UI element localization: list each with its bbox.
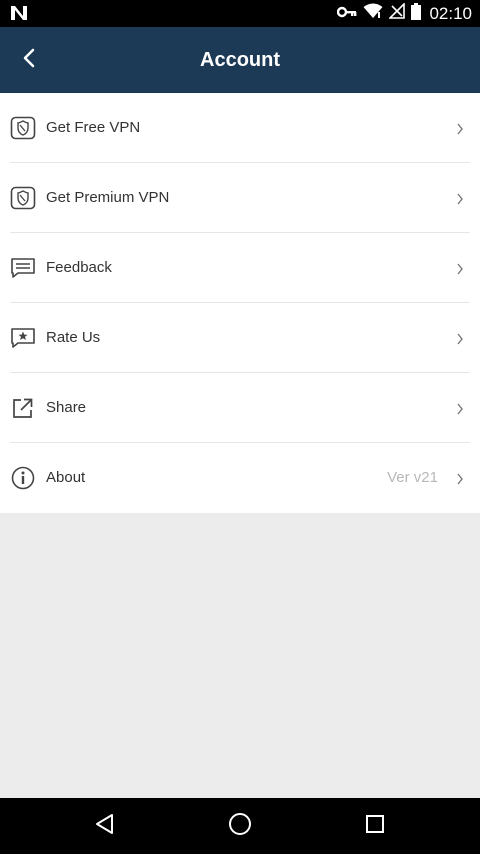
chevron-right-icon <box>456 472 464 485</box>
menu-item-label: Feedback <box>46 259 112 276</box>
app-bar: Account <box>0 27 480 93</box>
vpn-shield-icon <box>10 116 36 140</box>
back-triangle-icon <box>94 813 116 840</box>
wifi-icon <box>363 3 383 24</box>
recents-square-icon <box>365 814 385 839</box>
chevron-right-icon <box>456 402 464 415</box>
menu-item-feedback[interactable]: Feedback <box>0 233 480 303</box>
menu-item-label: Get Premium VPN <box>46 189 170 206</box>
menu-item-label: About <box>46 469 86 486</box>
status-time: 02:10 <box>429 3 472 23</box>
feedback-icon <box>10 256 36 280</box>
menu-item-label: Rate Us <box>46 329 101 346</box>
menu-item-get-premium-vpn[interactable]: Get Premium VPN <box>0 163 480 233</box>
vpn-shield-icon <box>10 186 36 210</box>
chevron-right-icon <box>456 122 464 135</box>
menu-item-label: Share <box>46 399 87 416</box>
menu-item-about[interactable]: About Ver v21 <box>0 443 480 513</box>
status-icons: 02:10 <box>337 0 472 27</box>
notification-n-icon <box>10 5 28 26</box>
chevron-right-icon <box>456 192 464 205</box>
nav-home-button[interactable] <box>220 806 260 846</box>
chevron-right-icon <box>456 332 464 345</box>
menu-item-rate-us[interactable]: Rate Us <box>0 303 480 373</box>
chevron-right-icon <box>456 262 464 275</box>
nav-back-button[interactable] <box>85 806 125 846</box>
menu-item-share[interactable]: Share <box>0 373 480 443</box>
menu-item-get-free-vpn[interactable]: Get Free VPN <box>0 93 480 163</box>
menu-item-label: Get Free VPN <box>46 119 141 136</box>
navigation-bar <box>0 798 480 854</box>
account-menu: Get Free VPN Get Premium VPN Feedback Ra… <box>0 93 480 513</box>
share-icon <box>10 396 36 420</box>
version-text: Ver v21 <box>387 469 438 486</box>
battery-icon <box>411 2 422 25</box>
rate-star-icon <box>10 326 36 350</box>
page-title: Account <box>200 49 280 71</box>
nav-recents-button[interactable] <box>355 806 395 846</box>
no-signal-icon <box>388 2 406 24</box>
status-bar: 02:10 <box>0 0 480 27</box>
home-circle-icon <box>228 812 252 841</box>
key-icon <box>337 5 357 23</box>
info-icon <box>10 466 36 490</box>
